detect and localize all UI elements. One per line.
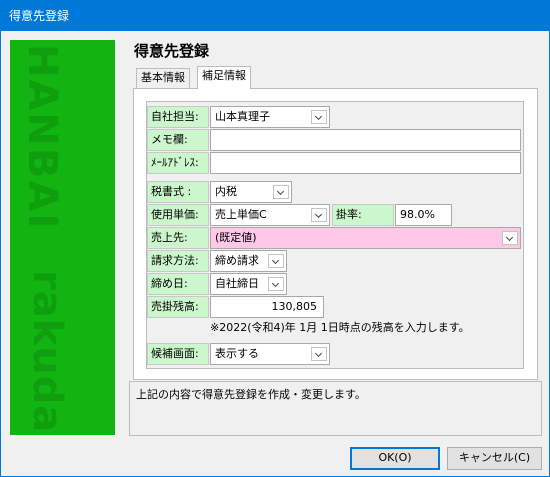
tab-basic-info[interactable]: 基本情報 bbox=[136, 68, 190, 88]
rate-label: 掛率: bbox=[332, 204, 394, 226]
banner-text-bottom: rakuda bbox=[24, 270, 70, 434]
closing-day-select[interactable]: 自社締日 bbox=[210, 273, 287, 295]
tab-supplementary-info[interactable]: 補足情報 bbox=[197, 66, 251, 89]
sales-rep-label: 自社担当: bbox=[147, 106, 209, 128]
message-box: 上記の内容で得意先登録を作成・変更します。 bbox=[129, 381, 542, 436]
candidate-screen-value: 表示する bbox=[215, 347, 259, 360]
email-input[interactable] bbox=[210, 152, 521, 174]
chevron-down-icon[interactable] bbox=[268, 277, 284, 291]
chevron-down-icon[interactable] bbox=[268, 254, 284, 268]
billing-method-label: 請求方法: bbox=[147, 250, 209, 272]
tab-panel: 自社担当: 山本真理子 メモ欄: ﾒｰﾙｱﾄﾞﾚｽ: 税書式 : 内税 使用単価… bbox=[133, 88, 538, 380]
cancel-button[interactable]: キャンセル(C) bbox=[447, 447, 542, 470]
tax-type-select[interactable]: 内税 bbox=[210, 181, 292, 203]
side-banner: HANBAI rakuda bbox=[10, 40, 115, 435]
sales-rep-select[interactable]: 山本真理子 bbox=[210, 106, 330, 128]
sales-dest-label: 売上先: bbox=[147, 227, 209, 249]
unit-price-select[interactable]: 売上単価C bbox=[210, 204, 330, 226]
banner-text-top: HANBAI bbox=[19, 44, 65, 231]
chevron-down-icon[interactable] bbox=[273, 185, 289, 199]
form-title: 得意先登録 bbox=[134, 42, 210, 60]
closing-day-value: 自社締日 bbox=[215, 277, 259, 290]
chevron-down-icon[interactable] bbox=[311, 208, 327, 222]
ar-balance-label: 売掛残高: bbox=[147, 296, 209, 318]
sales-dest-select[interactable]: (既定値) bbox=[210, 227, 521, 249]
tax-type-value: 内税 bbox=[215, 185, 237, 198]
sales-dest-value: (既定値) bbox=[215, 231, 257, 244]
billing-method-value: 締め請求 bbox=[215, 254, 259, 267]
unit-price-value: 売上単価C bbox=[215, 208, 267, 221]
tax-type-label: 税書式 : bbox=[147, 181, 209, 203]
ar-balance-input[interactable]: 130,805 bbox=[210, 296, 324, 318]
memo-input[interactable] bbox=[210, 129, 521, 151]
chevron-down-icon[interactable] bbox=[311, 110, 327, 124]
billing-method-select[interactable]: 締め請求 bbox=[210, 250, 287, 272]
candidate-screen-label: 候補画面: bbox=[147, 343, 209, 365]
ok-button[interactable]: OK(O) bbox=[350, 447, 440, 470]
closing-day-label: 締め日: bbox=[147, 273, 209, 295]
form-area: 自社担当: 山本真理子 メモ欄: ﾒｰﾙｱﾄﾞﾚｽ: 税書式 : 内税 使用単価… bbox=[146, 101, 524, 369]
window-title: 得意先登録 bbox=[1, 1, 549, 31]
balance-note: ※2022(令和4)年 1月 1日時点の残高を入力します。 bbox=[210, 321, 470, 334]
unit-price-label: 使用単価: bbox=[147, 204, 209, 226]
chevron-down-icon[interactable] bbox=[311, 347, 327, 361]
memo-label: メモ欄: bbox=[147, 129, 209, 151]
dialog-client: HANBAI rakuda 得意先登録 基本情報 補足情報 自社担当: 山本真理… bbox=[2, 32, 548, 444]
rate-input[interactable]: 98.0% bbox=[395, 204, 452, 226]
candidate-screen-select[interactable]: 表示する bbox=[210, 343, 330, 365]
email-label: ﾒｰﾙｱﾄﾞﾚｽ: bbox=[147, 152, 209, 174]
sales-rep-value: 山本真理子 bbox=[215, 110, 270, 123]
chevron-down-icon[interactable] bbox=[502, 231, 518, 245]
dialog-window: 得意先登録 HANBAI rakuda 得意先登録 基本情報 補足情報 自社担当… bbox=[0, 0, 550, 477]
